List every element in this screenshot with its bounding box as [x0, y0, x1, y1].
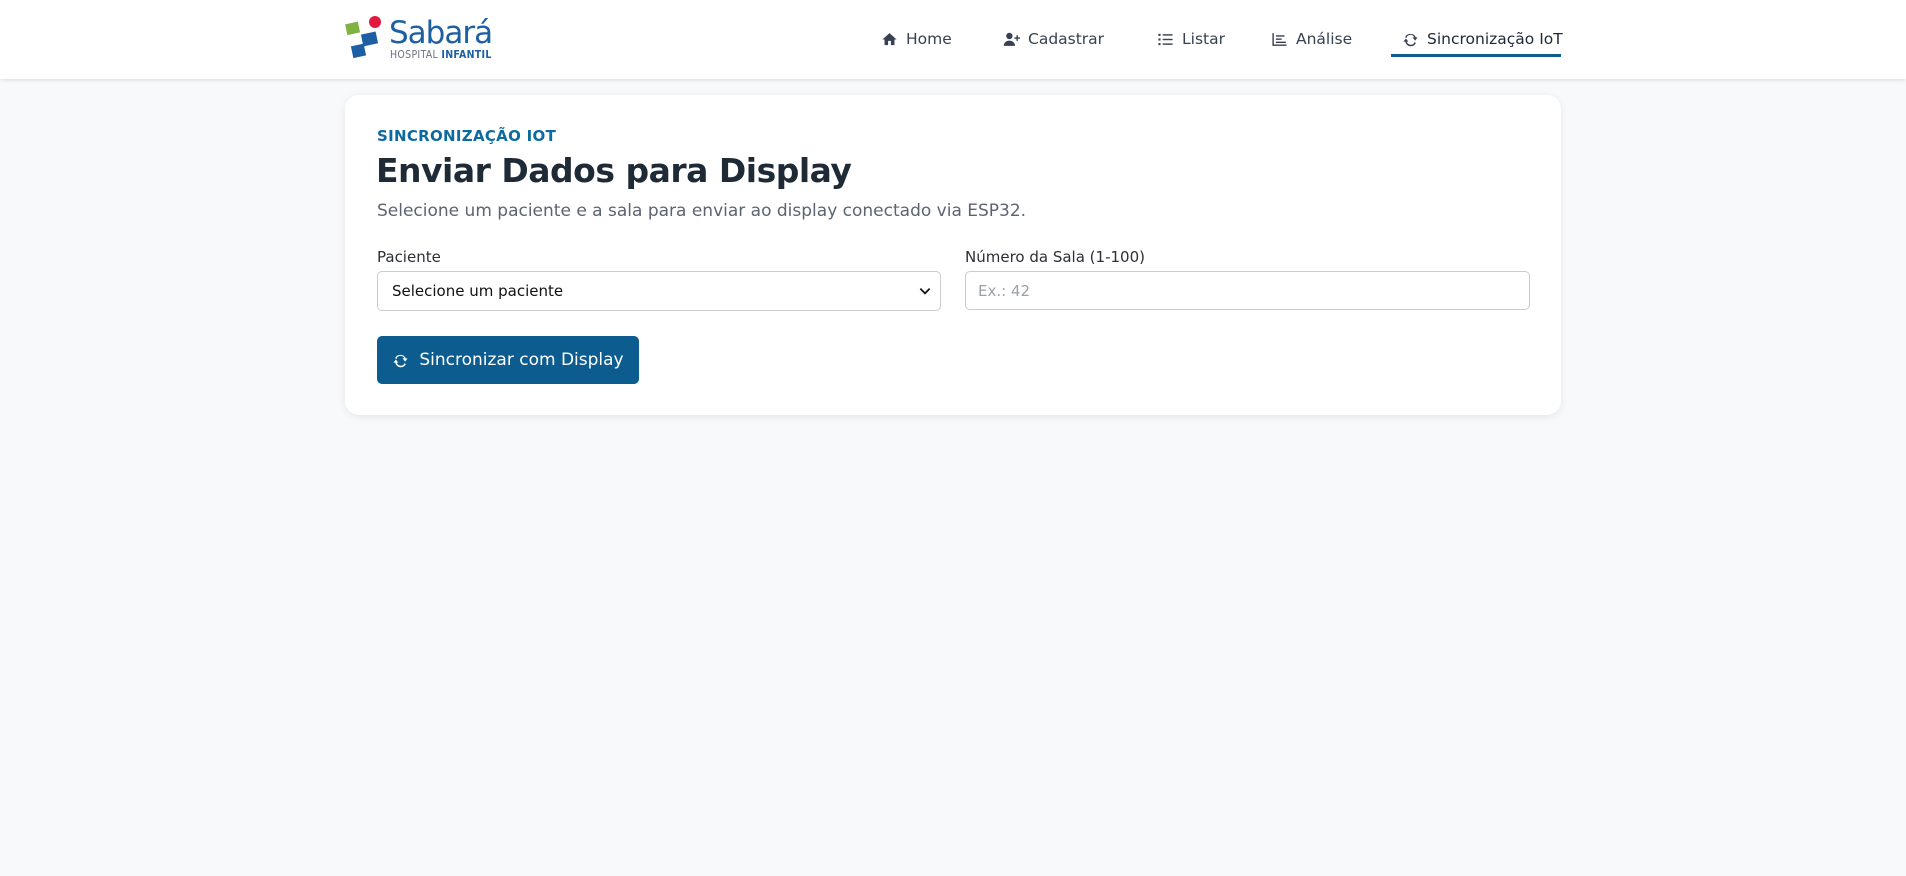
chart-icon [1272, 32, 1287, 46]
nav-item-sincronizacao[interactable]: Sincronização IoT [1402, 20, 1563, 58]
sync-display-button[interactable]: Sincronizar com Display [377, 336, 639, 384]
page-title: Enviar Dados para Display [376, 151, 852, 190]
nav-item-label: Análise [1296, 30, 1353, 48]
patient-label: Paciente [377, 248, 441, 266]
sync-icon [393, 354, 408, 367]
patient-select-value: Selecione um paciente [392, 282, 564, 300]
sync-display-button-label: Sincronizar com Display [419, 350, 624, 370]
nav-item-label: Cadastrar [1028, 30, 1105, 48]
room-number-input[interactable] [965, 271, 1530, 310]
nav-item-home[interactable]: Home [881, 20, 952, 58]
home-icon [882, 32, 897, 45]
user-plus-icon [1003, 32, 1020, 46]
section-eyebrow: SINCRONIZAÇÃO IOT [377, 127, 557, 145]
list-icon [1158, 33, 1173, 45]
room-label: Número da Sala (1-100) [965, 248, 1145, 266]
brand-subtitle: HOSPITAL INFANTIL [390, 49, 492, 61]
patient-select[interactable]: Selecione um paciente [377, 271, 941, 311]
chevron-down-icon [919, 288, 931, 295]
page-subtitle: Selecione um paciente e a sala para envi… [377, 201, 1027, 221]
sabara-logo[interactable]: Sabará HOSPITAL INFANTIL [345, 15, 493, 62]
nav-item-label: Listar [1182, 30, 1225, 48]
brand-subtitle-a: HOSPITAL [390, 49, 439, 61]
nav-item-listar[interactable]: Listar [1157, 20, 1225, 58]
sync-card: SINCRONIZAÇÃO IOT Enviar Dados para Disp… [345, 95, 1561, 415]
top-navbar: Sabará HOSPITAL INFANTIL Home Cadastrar … [0, 0, 1906, 79]
active-tab-indicator [1391, 54, 1561, 57]
sync-icon [1403, 33, 1418, 46]
brand-subtitle-b: INFANTIL [441, 49, 492, 61]
nav-item-label: Sincronização IoT [1427, 30, 1563, 48]
nav-item-cadastrar[interactable]: Cadastrar [1003, 20, 1104, 58]
nav-item-label: Home [906, 30, 952, 48]
brand-name: Sabará [389, 15, 493, 51]
nav-item-analise[interactable]: Análise [1271, 20, 1352, 58]
logo-mark-icon [345, 16, 381, 59]
